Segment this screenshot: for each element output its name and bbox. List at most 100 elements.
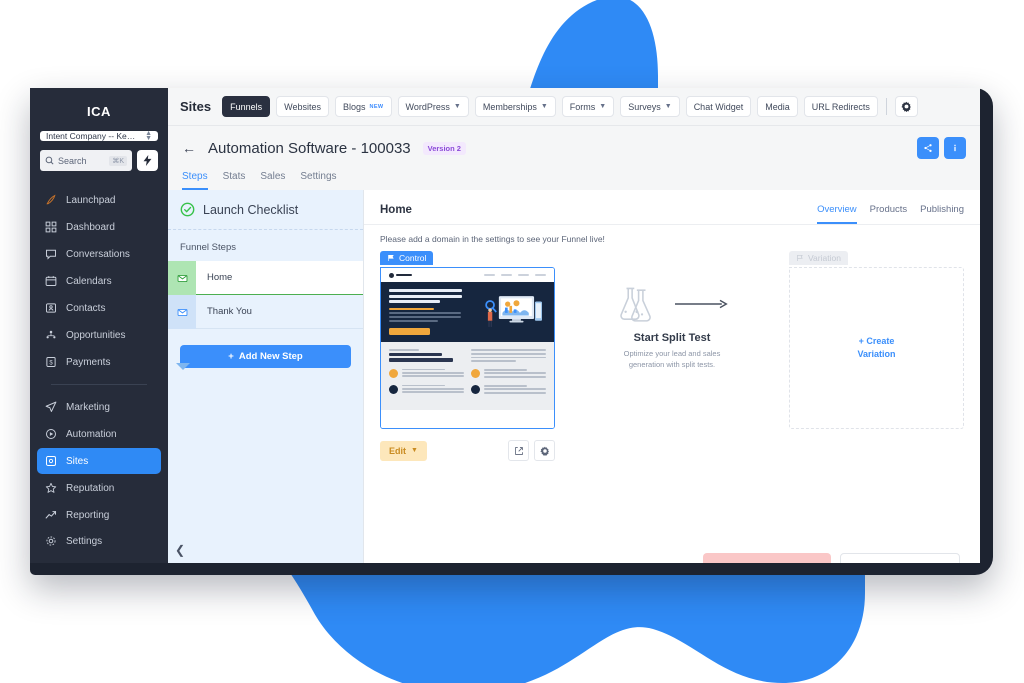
brand-logo: ICA — [87, 104, 111, 119]
chat-bubble-icon — [44, 248, 57, 261]
sidebar-item-calendars[interactable]: Calendars — [37, 268, 161, 294]
variation-tab[interactable]: Variation — [789, 251, 848, 265]
nav-pill-label: Forms — [569, 101, 596, 112]
nav-pill-surveys[interactable]: Surveys ▼ — [620, 96, 680, 117]
quick-action-bolt-button[interactable] — [137, 150, 158, 171]
sidebar-item-opportunities[interactable]: Opportunities — [37, 322, 161, 348]
funnel-step-thank-you[interactable]: Thank You — [168, 295, 363, 370]
sidebar-item-reporting[interactable]: Reporting — [37, 502, 161, 528]
sidebar-item-label: Dashboard — [66, 221, 115, 233]
sidebar-item-contacts[interactable]: Contacts — [37, 295, 161, 321]
add-new-step-label: Add New Step — [238, 351, 303, 362]
thumb-feature — [389, 384, 464, 394]
sidebar-item-settings[interactable]: Settings — [37, 528, 161, 554]
footer-danger-button[interactable] — [703, 553, 831, 563]
launch-checklist[interactable]: Launch Checklist — [168, 190, 363, 230]
topbar-section-title: Sites — [180, 99, 212, 114]
funnel-step-name: Home — [196, 261, 363, 295]
sidebar-item-sites[interactable]: Sites — [37, 448, 161, 474]
detail-header: Home Overview Products Publishing — [364, 190, 980, 225]
detail-tabs: Overview Products Publishing — [817, 204, 964, 224]
flag-filled-icon — [388, 255, 394, 261]
info-button[interactable] — [944, 137, 966, 159]
nav-pill-memberships[interactable]: Memberships ▼ — [474, 96, 556, 117]
tab-publishing[interactable]: Publishing — [920, 204, 964, 224]
chevron-down-icon: ▼ — [540, 103, 548, 110]
preview-card-actions: Edit ▼ — [380, 440, 555, 461]
star-icon — [44, 482, 57, 495]
search-input[interactable]: Search ⌘K — [40, 150, 132, 171]
tab-stats[interactable]: Stats — [223, 171, 246, 190]
tab-label: Sales — [260, 171, 286, 182]
nav-pill-blogs[interactable]: Blogs NEW — [334, 96, 392, 117]
page-settings-button[interactable] — [534, 440, 555, 461]
back-arrow-icon[interactable]: ← — [182, 140, 196, 156]
external-link-icon — [514, 446, 523, 455]
nav-pill-media[interactable]: Media — [757, 96, 798, 117]
split-test-promo: Start Split Test Optimize your lead and … — [555, 249, 789, 429]
nav-pill-websites[interactable]: Websites — [276, 96, 329, 117]
open-preview-button[interactable] — [508, 440, 529, 461]
footer-secondary-button[interactable] — [840, 553, 960, 563]
sidebar-item-reputation[interactable]: Reputation — [37, 475, 161, 501]
create-variation-dropzone[interactable]: + Create Variation — [789, 267, 964, 429]
chevron-down-icon: ▼ — [664, 103, 672, 110]
edit-button[interactable]: Edit ▼ — [380, 440, 427, 461]
create-variation-button[interactable]: + Create Variation — [857, 335, 895, 361]
tab-label: Publishing — [920, 204, 964, 215]
step-status-badge — [168, 261, 196, 295]
chevron-down-icon: ▼ — [453, 103, 461, 110]
tab-label: Settings — [300, 171, 337, 182]
thumb-body-right — [471, 349, 546, 403]
control-tab-label: Control — [399, 253, 427, 263]
sidebar-item-label: Reporting — [66, 509, 110, 521]
chevron-down-icon: ▼ — [599, 103, 607, 110]
funnel-step-home[interactable]: Home — [168, 261, 363, 302]
page-preview-card[interactable] — [380, 267, 555, 429]
tab-steps[interactable]: Steps — [182, 171, 208, 190]
sidebar-item-label: Launchpad — [66, 194, 116, 206]
chevron-updown-icon: ▲ ▼ — [145, 130, 152, 142]
flasks-icon — [620, 287, 651, 322]
tab-sales[interactable]: Sales — [260, 171, 285, 190]
control-tab[interactable]: Control — [380, 251, 434, 265]
nav-pill-funnels[interactable]: Funnels — [222, 96, 271, 117]
sidebar-item-marketing[interactable]: Marketing — [37, 394, 161, 420]
info-icon — [954, 144, 956, 152]
funnel-step-name: Thank You — [196, 295, 363, 329]
paper-plane-icon — [44, 401, 57, 414]
sidebar-nav-bottom: Settings — [30, 528, 168, 563]
thumb-body — [381, 342, 554, 410]
share-icon — [924, 144, 932, 152]
nav-pill-wordpress[interactable]: WordPress ▼ — [397, 96, 469, 117]
arrow-right-icon — [675, 299, 728, 309]
page-title: Automation Software - 100033 — [208, 139, 411, 157]
collapse-panel-button[interactable]: ❮ — [175, 543, 185, 557]
plus-icon: + — [228, 351, 234, 362]
sidebar-item-label: Reputation — [66, 482, 115, 494]
nav-pill-chat-widget[interactable]: Chat Widget — [685, 96, 752, 117]
nav-pill-forms[interactable]: Forms ▼ — [561, 96, 615, 117]
topbar-settings-button[interactable] — [894, 96, 918, 117]
sidebar-item-automation[interactable]: Automation — [37, 421, 161, 447]
sidebar-item-launchpad[interactable]: Launchpad — [37, 187, 161, 213]
add-new-step-button[interactable]: + Add New Step — [180, 345, 351, 368]
sidebar-item-conversations[interactable]: Conversations — [37, 241, 161, 267]
tab-settings[interactable]: Settings — [300, 171, 336, 190]
nav-pill-label: Funnels — [230, 101, 263, 112]
contact-card-icon — [44, 302, 57, 315]
sidebar-item-label: Marketing — [66, 401, 110, 413]
company-selector[interactable]: Intent Company -- Ke… ▲ ▼ — [40, 130, 158, 142]
share-button[interactable] — [917, 137, 939, 159]
sidebar-item-payments[interactable]: $ Payments — [37, 349, 161, 375]
nav-pill-label: Surveys — [628, 101, 661, 112]
sidebar-item-dashboard[interactable]: Dashboard — [37, 214, 161, 240]
thumb-navbar — [381, 268, 554, 282]
nav-pill-url-redirects[interactable]: URL Redirects — [803, 96, 878, 117]
nav-pill-label: Memberships — [482, 101, 537, 112]
funnel-steps-panel: Launch Checklist Funnel Steps Home Thank… — [168, 190, 364, 563]
tab-overview[interactable]: Overview — [817, 204, 857, 224]
envelope-icon — [177, 274, 187, 282]
tab-products[interactable]: Products — [870, 204, 908, 224]
screenshot-stage: ICA Intent Company -- Ke… ▲▼ Search ⌘K — [0, 0, 1024, 683]
